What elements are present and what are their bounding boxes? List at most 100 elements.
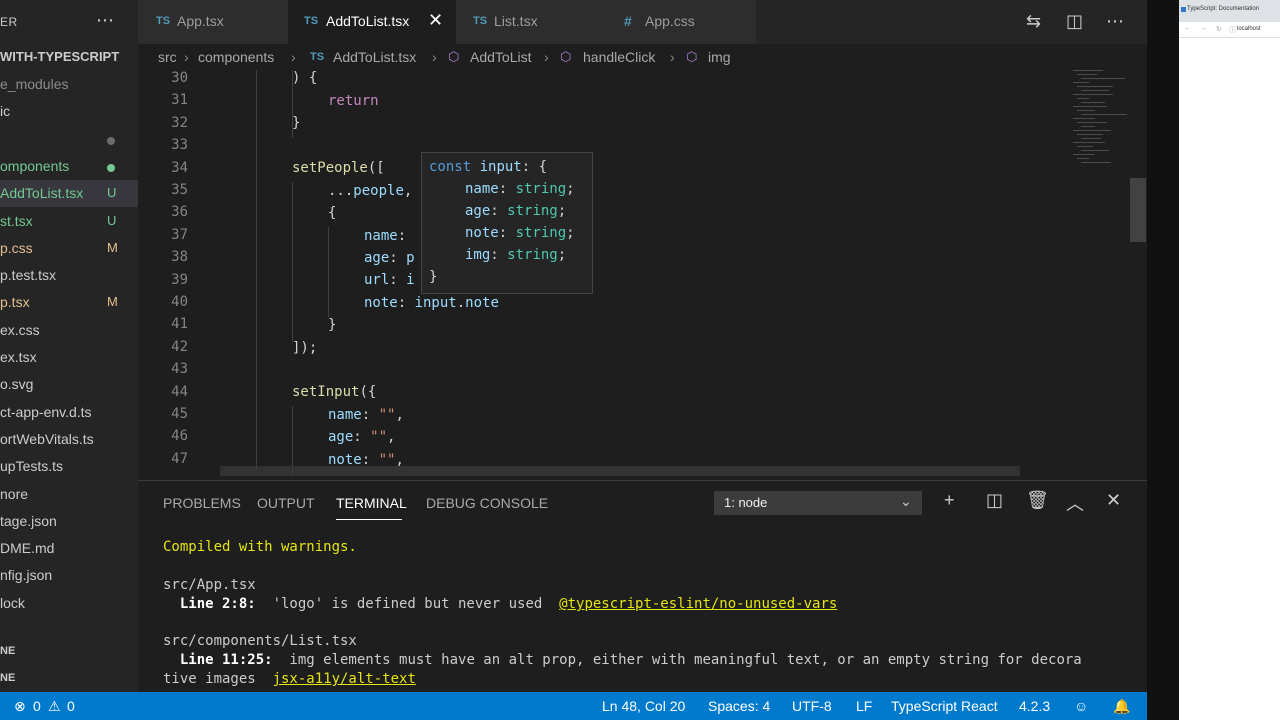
file-tree-item[interactable]: omponents — [0, 153, 138, 180]
code-editor[interactable]: 30 31 32 33 34 35 36 37 38 39 40 41 42 43 44 45 46 47 ) {… — [138, 70, 1147, 480]
maximize-panel-icon[interactable]: ︿ — [1066, 490, 1084, 516]
typescript-file-icon: TS — [310, 51, 325, 63]
forward-icon[interactable]: → — [1200, 25, 1207, 32]
git-status-badge: U — [107, 185, 117, 200]
code-line: return — [328, 93, 379, 109]
file-tree-item[interactable] — [0, 126, 138, 153]
file-tree-label: lock — [0, 595, 25, 611]
file-tree-item[interactable]: p.test.tsx — [0, 262, 138, 289]
tab-list-tsx[interactable]: TS List.tsx — [456, 0, 606, 44]
minimap-line — [1077, 110, 1095, 111]
css-file-icon: # — [624, 13, 632, 29]
encoding[interactable]: UTF-8 — [792, 698, 832, 714]
breadcrumb-variable[interactable]: img — [708, 49, 731, 65]
file-tree-item[interactable]: o.svg — [0, 371, 138, 398]
eslint-rule-link[interactable]: jsx-a11y/alt-text — [273, 671, 416, 687]
file-tree-item[interactable]: tage.json — [0, 508, 138, 535]
file-tree-item[interactable]: ortWebVitals.ts — [0, 426, 138, 453]
terminal-file-line: src/App.tsx — [163, 577, 256, 593]
vertical-scrollbar[interactable] — [1130, 178, 1146, 242]
split-editor-icon[interactable]: ◫ — [1066, 11, 1083, 32]
line-number: 37 — [171, 227, 188, 243]
horizontal-scrollbar[interactable] — [220, 466, 1020, 476]
minimap-line — [1081, 78, 1125, 79]
tab-app-css[interactable]: # App.css — [606, 0, 756, 44]
breadcrumb-file[interactable]: AddToList.tsx — [333, 49, 416, 65]
tab-app-tsx[interactable]: TS App.tsx — [138, 0, 288, 44]
file-tree-item[interactable]: DME.md — [0, 535, 138, 562]
minimap[interactable] — [1073, 70, 1133, 190]
split-terminal-icon[interactable]: ◫ — [986, 490, 1003, 511]
tab-problems[interactable]: PROBLEMS — [163, 495, 241, 511]
timeline-section[interactable]: NE — [0, 672, 15, 684]
file-tree-item[interactable]: e_modules — [0, 71, 138, 98]
ellipsis-icon[interactable]: ⋯ — [96, 10, 114, 31]
chevron-right-icon: › — [670, 49, 675, 65]
file-tree-label: ex.css — [0, 322, 40, 338]
line-number: 47 — [171, 451, 188, 467]
file-tree-item[interactable]: ex.css — [0, 317, 138, 344]
file-tree-item[interactable]: p.tsx M — [0, 289, 138, 316]
file-tree-item[interactable]: upTests.ts — [0, 453, 138, 480]
cursor-position[interactable]: Ln 48, Col 20 — [602, 698, 685, 714]
feedback-icon[interactable]: ☺ — [1074, 698, 1088, 714]
file-tree-label: e_modules — [0, 76, 69, 92]
breadcrumb-src[interactable]: src — [158, 49, 177, 65]
end-of-line[interactable]: LF — [856, 698, 872, 714]
tab-output[interactable]: OUTPUT — [257, 495, 315, 511]
eslint-rule-link[interactable]: @typescript-eslint/no-unused-vars — [559, 596, 837, 612]
file-tree-item[interactable]: ct-app-env.d.ts — [0, 399, 138, 426]
breadcrumb-components[interactable]: components — [198, 49, 274, 65]
file-tree-item[interactable]: nfig.json — [0, 562, 138, 589]
file-tree-label: p.css — [0, 240, 33, 256]
chevron-right-icon: › — [544, 49, 549, 65]
code-line: ) { — [292, 70, 318, 86]
file-tree-item[interactable]: st.tsx U — [0, 208, 138, 235]
tab-terminal[interactable]: TERMINAL — [336, 495, 407, 511]
more-actions-icon[interactable]: ⋯ — [1106, 11, 1124, 32]
minimap-line — [1073, 82, 1089, 83]
code-line: ]); — [292, 340, 318, 356]
compare-changes-icon[interactable]: ⇆ — [1026, 11, 1041, 32]
minimap-line — [1073, 154, 1095, 155]
browser-url[interactable]: localhost — [1237, 26, 1261, 32]
error-count[interactable]: 0 — [33, 698, 41, 714]
bottom-panel: PROBLEMS OUTPUT TERMINAL DEBUG CONSOLE 1… — [138, 480, 1147, 692]
git-status-badge: U — [107, 213, 117, 228]
hover-field: age: string; — [465, 203, 567, 219]
file-tree-item[interactable]: ic — [0, 98, 138, 125]
file-tree-item[interactable]: lock — [0, 590, 138, 617]
tab-debug-console[interactable]: DEBUG CONSOLE — [426, 495, 548, 511]
warning-icon[interactable]: ⚠ — [48, 698, 61, 715]
project-folder[interactable]: WITH-TYPESCRIPT — [0, 49, 119, 64]
minimap-line — [1081, 150, 1109, 151]
tab-addtolist-tsx[interactable]: TS AddToList.tsx ✕ — [288, 0, 456, 44]
add-terminal-icon[interactable]: + — [944, 490, 955, 511]
info-icon: ⓘ — [1229, 27, 1236, 34]
trash-icon[interactable]: 🗑 — [1026, 490, 1049, 511]
bell-icon[interactable]: 🔔 — [1113, 698, 1130, 715]
close-icon[interactable]: ✕ — [428, 10, 443, 31]
close-panel-icon[interactable]: ✕ — [1106, 490, 1121, 511]
file-tree-label: p.tsx — [0, 294, 30, 310]
breadcrumb-function[interactable]: handleClick — [583, 49, 655, 65]
file-tree-item[interactable]: p.css M — [0, 235, 138, 262]
indentation[interactable]: Spaces: 4 — [708, 698, 770, 714]
status-bar: ⊗ 0 ⚠ 0 Ln 48, Col 20 Spaces: 4 UTF-8 LF… — [0, 692, 1147, 720]
typescript-file-icon: TS — [473, 15, 488, 27]
browser-tab-strip: TypeScript: Documentation — [1179, 0, 1280, 22]
file-tree-item[interactable]: AddToList.tsx U — [0, 180, 138, 207]
warning-count[interactable]: 0 — [67, 698, 75, 714]
file-tree-item[interactable]: nore — [0, 481, 138, 508]
file-tree-item[interactable]: ex.tsx — [0, 344, 138, 371]
language-mode[interactable]: TypeScript React — [891, 698, 998, 714]
terminal-select[interactable]: 1: node ⌄ — [714, 491, 922, 515]
typescript-version[interactable]: 4.2.3 — [1019, 698, 1050, 714]
back-icon[interactable]: ← — [1184, 25, 1191, 32]
browser-tab-title[interactable]: TypeScript: Documentation — [1187, 6, 1259, 12]
breadcrumb-component[interactable]: AddToList — [470, 49, 531, 65]
reload-icon[interactable]: ↻ — [1216, 25, 1222, 33]
outline-section[interactable]: NE — [0, 645, 15, 657]
minimap-line — [1077, 98, 1089, 99]
error-icon[interactable]: ⊗ — [14, 698, 26, 715]
